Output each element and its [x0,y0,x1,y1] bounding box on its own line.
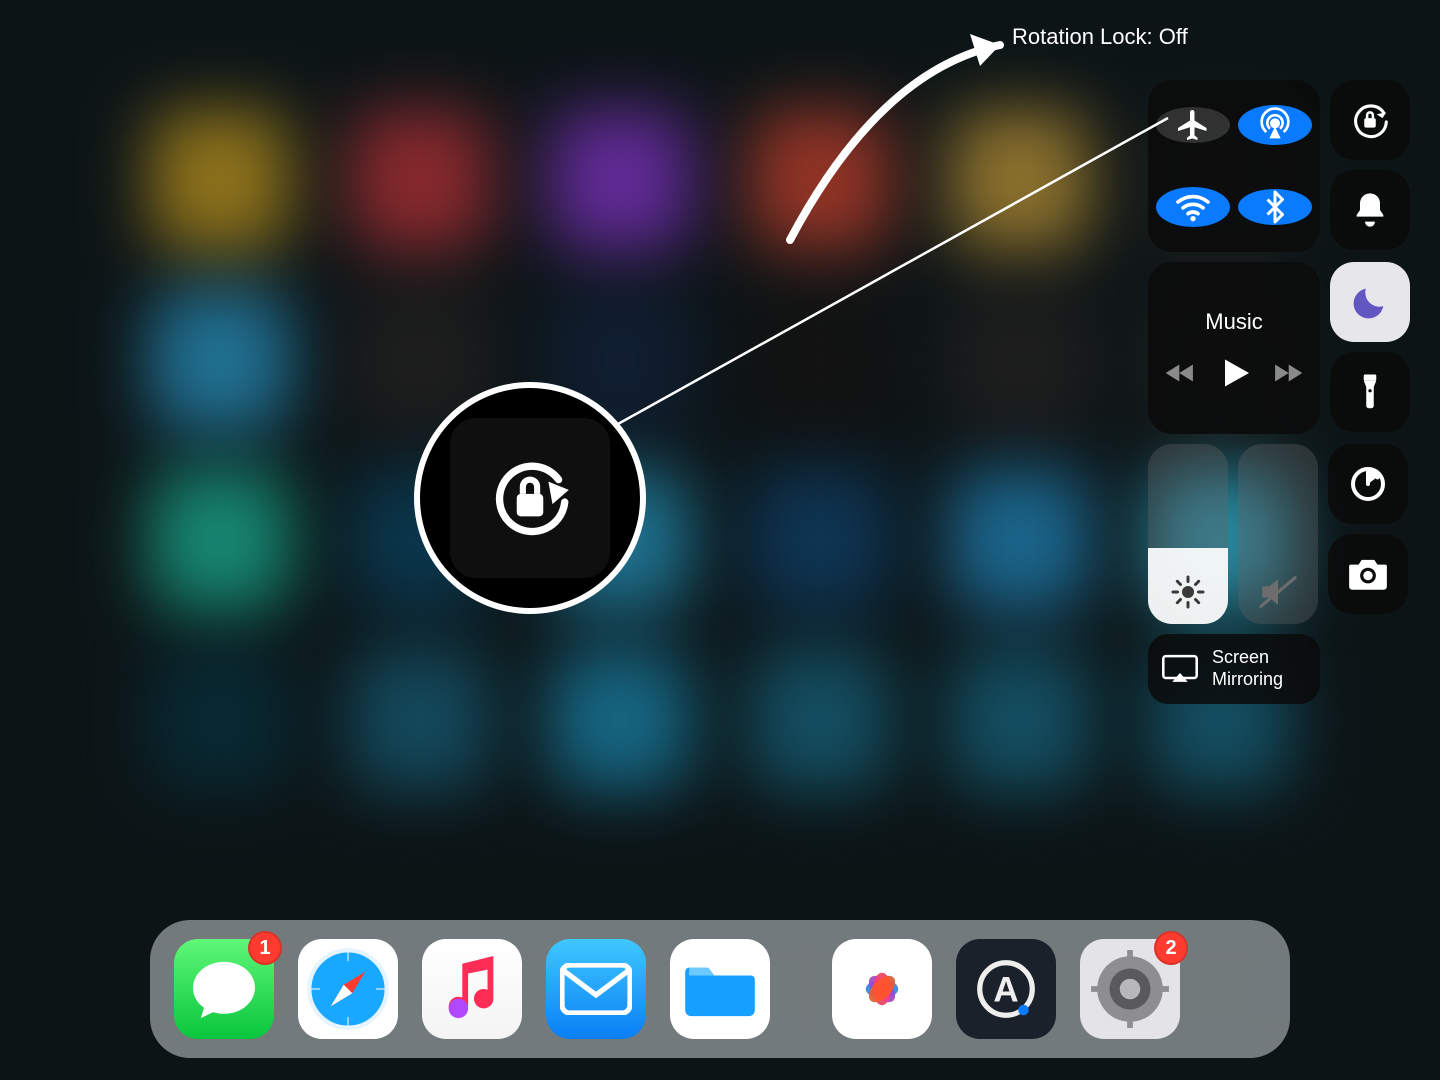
camera-icon [1346,556,1390,592]
play-icon[interactable] [1216,355,1252,391]
silent-mode-toggle[interactable] [1330,170,1410,250]
svg-text:A: A [993,970,1018,1009]
control-center: Music [1148,80,1420,704]
airplane-icon [1175,107,1211,143]
screen-mirroring-label: ScreenMirroring [1212,647,1283,690]
volume-mute-icon [1258,574,1298,610]
brightness-icon [1170,574,1206,610]
flashlight-icon [1353,372,1387,412]
dock-app-a[interactable]: A [956,939,1056,1039]
wifi-toggle[interactable] [1156,187,1230,227]
mail-icon [560,963,632,1015]
timer-icon [1348,464,1388,504]
rotation-lock-toggle[interactable] [1330,80,1410,160]
music-icon [442,956,502,1022]
dock-app-music[interactable] [422,939,522,1039]
media-title: Music [1205,309,1262,335]
sliders [1148,444,1318,624]
files-icon [683,960,757,1018]
dock-app-messages[interactable]: 1 [174,939,274,1039]
bluetooth-toggle[interactable] [1238,189,1312,225]
volume-slider[interactable] [1238,444,1318,624]
flashlight-toggle[interactable] [1330,352,1410,432]
bell-icon [1350,190,1390,230]
rotation-lock-magnifier [414,382,646,614]
rotation-lock-icon [481,449,579,547]
wifi-icon [1173,187,1213,227]
airdrop-icon [1255,105,1295,145]
messages-badge: 1 [248,931,282,965]
rotation-lock-callout-label: Rotation Lock: Off [1012,24,1188,50]
airdrop-toggle[interactable] [1238,105,1312,145]
letter-a-icon: A [971,954,1041,1024]
dock-app-photos[interactable] [832,939,932,1039]
dock-app-files[interactable] [670,939,770,1039]
media-controls [1164,355,1304,391]
moon-icon [1350,282,1390,322]
connectivity-module [1148,80,1320,252]
dock-divider [800,949,802,1029]
bluetooth-icon [1257,189,1293,225]
timer-button[interactable] [1328,444,1408,524]
dock-app-safari[interactable] [298,939,398,1039]
settings-badge: 2 [1154,931,1188,965]
safari-icon [305,946,391,1032]
dock-app-mail[interactable] [546,939,646,1039]
dock-app-settings[interactable]: 2 [1080,939,1180,1039]
rotation-lock-icon [1347,97,1393,143]
do-not-disturb-toggle[interactable] [1330,262,1410,342]
camera-button[interactable] [1328,534,1408,614]
screen-mirroring-button[interactable]: ScreenMirroring [1148,634,1320,704]
messages-icon [189,958,259,1020]
photos-icon [846,953,918,1025]
screen-mirroring-icon [1162,654,1198,684]
next-track-icon[interactable] [1270,360,1304,386]
dock: 1 A [150,920,1290,1058]
media-module[interactable]: Music [1148,262,1320,434]
previous-track-icon[interactable] [1164,360,1198,386]
brightness-slider[interactable] [1148,444,1228,624]
airplane-mode-toggle[interactable] [1156,107,1230,143]
